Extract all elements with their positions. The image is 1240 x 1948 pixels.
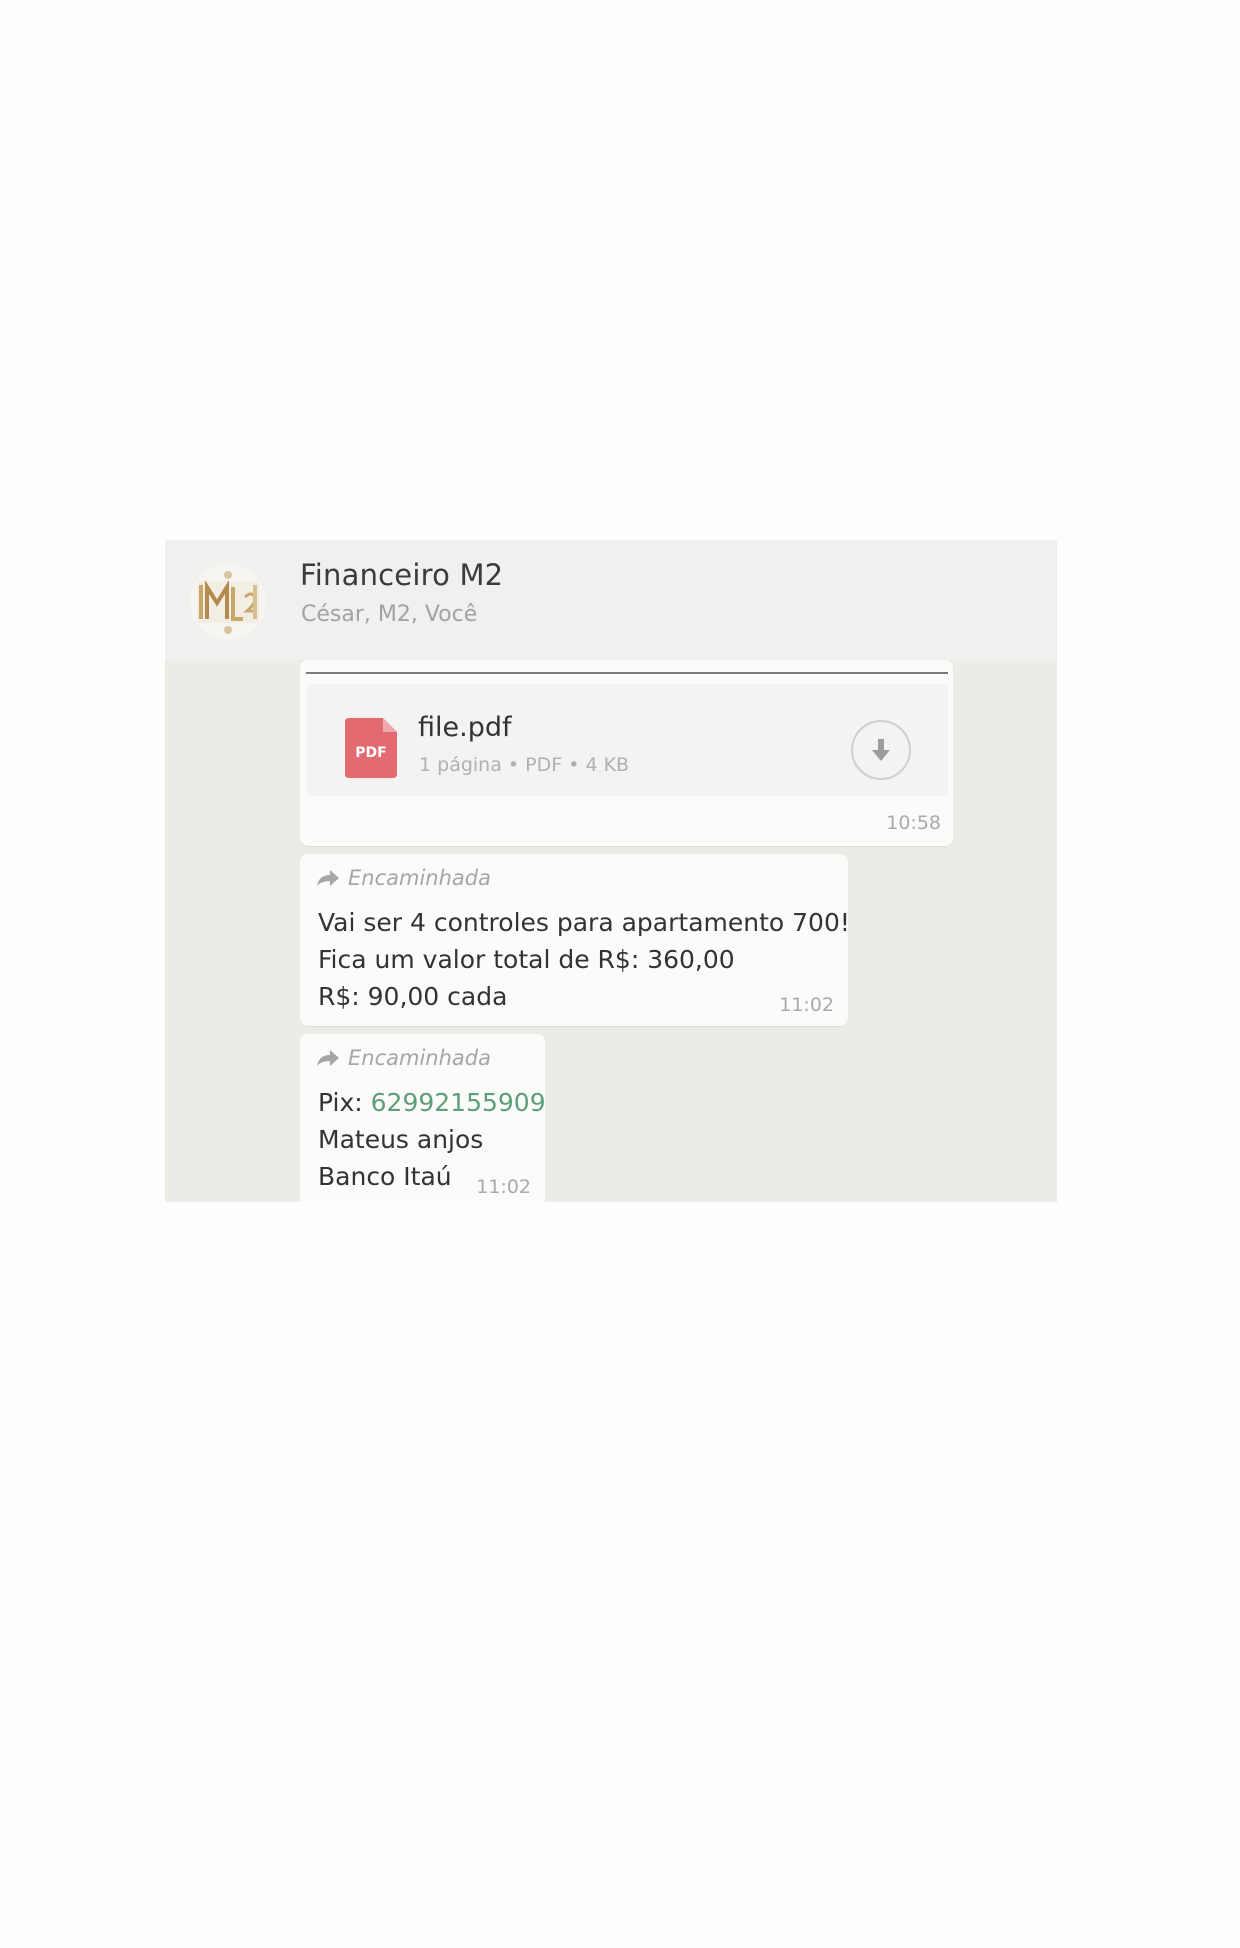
- message-line: Mateus anjos: [318, 1125, 484, 1154]
- pdf-icon-label: PDF: [355, 745, 386, 761]
- chat-title: Financeiro M2: [300, 558, 504, 592]
- message-line: R$: 90,00 cada: [318, 982, 508, 1011]
- forwarded-message[interactable]: Encaminhada Vai ser 4 controles para apa…: [300, 854, 850, 1026]
- download-icon: [872, 739, 890, 761]
- forward-arrow-icon: [317, 1050, 339, 1066]
- pix-number-link[interactable]: 62992155909: [371, 1088, 546, 1117]
- file-meta: 1 página • PDF • 4 KB: [419, 754, 630, 776]
- divider: [306, 672, 948, 674]
- forwarded-label: Encaminhada: [316, 1046, 491, 1070]
- chat-participants: César, M2, Você: [301, 602, 478, 627]
- group-avatar[interactable]: [190, 564, 266, 640]
- pdf-file-icon: PDF: [345, 718, 397, 778]
- message-time: 11:02: [476, 1176, 531, 1198]
- forwarded-label: Encaminhada: [316, 866, 491, 890]
- message-list[interactable]: PDF file.pdf 1 página • PDF • 4 KB 10:58: [165, 660, 1057, 1202]
- download-button[interactable]: [851, 720, 911, 780]
- forwarded-text: Encaminhada: [348, 1046, 491, 1070]
- message-time: 10:58: [886, 812, 941, 834]
- message-line: Fica um valor total de R$: 360,00: [318, 945, 735, 974]
- chat-screenshot: Financeiro M2 César, M2, Você PDF file.p…: [165, 540, 1057, 1202]
- chat-header[interactable]: Financeiro M2 César, M2, Você: [165, 540, 1057, 660]
- file-name: file.pdf: [418, 712, 512, 743]
- forward-arrow-icon: [317, 870, 339, 886]
- document-message[interactable]: PDF file.pdf 1 página • PDF • 4 KB 10:58: [300, 660, 953, 846]
- message-line: Vai ser 4 controles para apartamento 700…: [318, 908, 850, 937]
- pix-label: Pix:: [318, 1088, 371, 1117]
- scanned-page: Financeiro M2 César, M2, Você PDF file.p…: [0, 0, 1240, 1948]
- forwarded-text: Encaminhada: [348, 866, 491, 890]
- pix-line: Pix: 62992155909: [318, 1084, 546, 1121]
- message-body: Vai ser 4 controles para apartamento 700…: [318, 904, 850, 1015]
- m2-logo-icon: [197, 571, 259, 634]
- forwarded-message[interactable]: Encaminhada Pix: 62992155909 Mateus anjo…: [300, 1034, 546, 1202]
- document-card[interactable]: PDF file.pdf 1 página • PDF • 4 KB: [306, 684, 948, 796]
- message-time: 11:02: [779, 994, 834, 1016]
